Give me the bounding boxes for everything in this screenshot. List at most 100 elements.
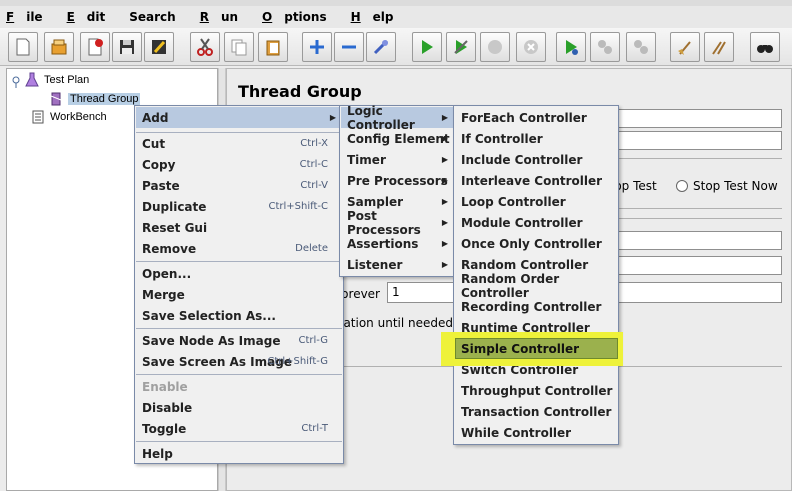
menu-item-interleave-controller[interactable]: Interleave Controller <box>455 170 617 191</box>
group-border <box>612 208 782 209</box>
menu-bar: File Edit Search Run Options Help <box>0 6 792 28</box>
menu-item-assertions[interactable]: Assertions ▶ <box>341 233 454 254</box>
menu-item-if-controller[interactable]: If Controller <box>455 128 617 149</box>
stop-test-now-radio[interactable]: Stop Test Now <box>676 179 778 193</box>
menu-file[interactable]: File <box>6 10 55 24</box>
menu-item-logic-controller[interactable]: Logic Controller ▶ <box>341 104 454 132</box>
menu-run[interactable]: Run <box>200 10 250 24</box>
submenu-arrow-icon: ▶ <box>441 176 448 185</box>
menu-separator <box>136 374 342 375</box>
toolbar <box>0 28 792 66</box>
copy-icon[interactable] <box>224 32 254 62</box>
tree-label-test-plan: Test Plan <box>44 74 90 86</box>
start-icon[interactable] <box>412 32 442 62</box>
menu-item-save-node-image[interactable]: Save Node As Image Ctrl-G <box>136 330 342 351</box>
menu-item-recording-controller[interactable]: Recording Controller <box>455 296 617 317</box>
remote-stop-icon[interactable] <box>590 32 620 62</box>
menu-item-help[interactable]: Help <box>136 443 342 464</box>
logic-controller-submenu: ForEach Controller If Controller Include… <box>453 105 619 445</box>
submenu-arrow-icon: ▶ <box>441 155 448 164</box>
comments-field[interactable] <box>612 131 782 150</box>
menu-item-post-processors[interactable]: Post Processors ▶ <box>341 209 454 237</box>
menu-item-merge[interactable]: Merge <box>136 284 342 305</box>
shutdown-icon[interactable] <box>516 32 546 62</box>
paste-icon[interactable] <box>258 32 288 62</box>
menu-item-add[interactable]: Add ▶ <box>136 107 342 128</box>
page-title: Thread Group <box>238 82 362 101</box>
menu-item-copy[interactable]: Copy Ctrl-C <box>136 154 342 175</box>
new-file-icon[interactable] <box>8 32 38 62</box>
context-menu: Add ▶ Cut Ctrl-X Copy Ctrl-C Paste Ctrl-V Du… <box>134 105 344 464</box>
menu-item-module-controller[interactable]: Module Controller <box>455 212 617 233</box>
search-icon[interactable] <box>750 32 780 62</box>
close-file-icon[interactable] <box>80 32 110 62</box>
menu-item-while-controller[interactable]: While Controller <box>455 422 617 443</box>
save-as-icon[interactable] <box>144 32 174 62</box>
collapse-all-icon[interactable] <box>334 32 364 62</box>
menu-options[interactable]: Options <box>262 10 339 24</box>
threads-field[interactable] <box>612 231 782 250</box>
tree-node-test-plan[interactable]: Test Plan <box>12 72 89 88</box>
submenu-arrow-icon: ▶ <box>441 134 448 143</box>
menu-separator <box>136 441 342 442</box>
menu-item-timer[interactable]: Timer ▶ <box>341 149 454 170</box>
flask-icon <box>24 72 40 88</box>
clear-all-icon[interactable] <box>704 32 734 62</box>
menu-edit[interactable]: Edit <box>67 10 118 24</box>
remote-start-icon[interactable] <box>556 32 586 62</box>
menu-separator <box>136 328 342 329</box>
spool-icon <box>48 91 64 107</box>
menu-item-remove[interactable]: Remove Delete <box>136 238 342 259</box>
menu-item-cut[interactable]: Cut Ctrl-X <box>136 133 342 154</box>
menu-item-once-only-controller[interactable]: Once Only Controller <box>455 233 617 254</box>
menu-item-duplicate[interactable]: Duplicate Ctrl+Shift-C <box>136 196 342 217</box>
radio-icon <box>676 180 688 192</box>
tree-node-thread-group[interactable]: Thread Group <box>48 91 141 107</box>
menu-item-listener[interactable]: Listener ▶ <box>341 254 454 275</box>
submenu-arrow-icon: ▶ <box>441 113 448 122</box>
rampup-field[interactable] <box>612 256 782 275</box>
menu-item-save-selection[interactable]: Save Selection As... <box>136 305 342 326</box>
menu-item-transaction-controller[interactable]: Transaction Controller <box>455 401 617 422</box>
expand-handle-icon[interactable] <box>12 72 22 88</box>
submenu-arrow-icon: ▶ <box>441 239 448 248</box>
remote-shutdown-icon[interactable] <box>626 32 656 62</box>
menu-item-loop-controller[interactable]: Loop Controller <box>455 191 617 212</box>
start-no-pauses-icon[interactable] <box>446 32 476 62</box>
menu-item-save-screen-image[interactable]: Save Screen As Image Ctrl+Shift-G <box>136 351 342 372</box>
menu-item-simple-controller[interactable]: Simple Controller <box>455 338 618 359</box>
menu-item-include-controller[interactable]: Include Controller <box>455 149 617 170</box>
templates-icon[interactable] <box>44 32 74 62</box>
clear-icon[interactable] <box>670 32 700 62</box>
menu-search[interactable]: Search <box>129 10 187 24</box>
menu-item-paste[interactable]: Paste Ctrl-V <box>136 175 342 196</box>
tree-node-workbench[interactable]: WorkBench <box>30 109 107 125</box>
tree-label-thread-group: Thread Group <box>68 93 141 105</box>
expand-all-icon[interactable] <box>302 32 332 62</box>
submenu-arrow-icon: ▶ <box>329 113 336 122</box>
save-icon[interactable] <box>112 32 142 62</box>
group-border <box>612 158 782 159</box>
submenu-arrow-icon: ▶ <box>441 197 448 206</box>
delay-creation-label[interactable]: Delay Thread creation until needed <box>343 316 453 330</box>
add-submenu: Logic Controller ▶ Config Element ▶ Timer ▶… <box>339 104 456 277</box>
name-field[interactable] <box>612 109 782 128</box>
group-border <box>612 218 782 219</box>
menu-separator <box>136 261 342 262</box>
submenu-arrow-icon: ▶ <box>441 260 448 269</box>
stop-icon[interactable] <box>480 32 510 62</box>
menu-item-config-element[interactable]: Config Element ▶ <box>341 128 454 149</box>
cut-icon[interactable] <box>190 32 220 62</box>
menu-item-random-order-controller[interactable]: Random Order Controller <box>455 272 617 300</box>
toggle-icon[interactable] <box>366 32 396 62</box>
menu-item-throughput-controller[interactable]: Throughput Controller <box>455 380 617 401</box>
menu-item-reset-gui[interactable]: Reset Gui <box>136 217 342 238</box>
menu-item-enable: Enable <box>142 379 188 394</box>
menu-item-disable[interactable]: Disable <box>136 397 342 418</box>
menu-item-pre-processors[interactable]: Pre Processors ▶ <box>341 170 454 191</box>
menu-item-open[interactable]: Open... <box>136 263 342 284</box>
menu-help[interactable]: Help <box>351 10 406 24</box>
submenu-arrow-icon: ▶ <box>441 218 448 227</box>
menu-item-foreach-controller[interactable]: ForEach Controller <box>455 107 617 128</box>
menu-item-toggle[interactable]: Toggle Ctrl-T <box>136 418 342 439</box>
